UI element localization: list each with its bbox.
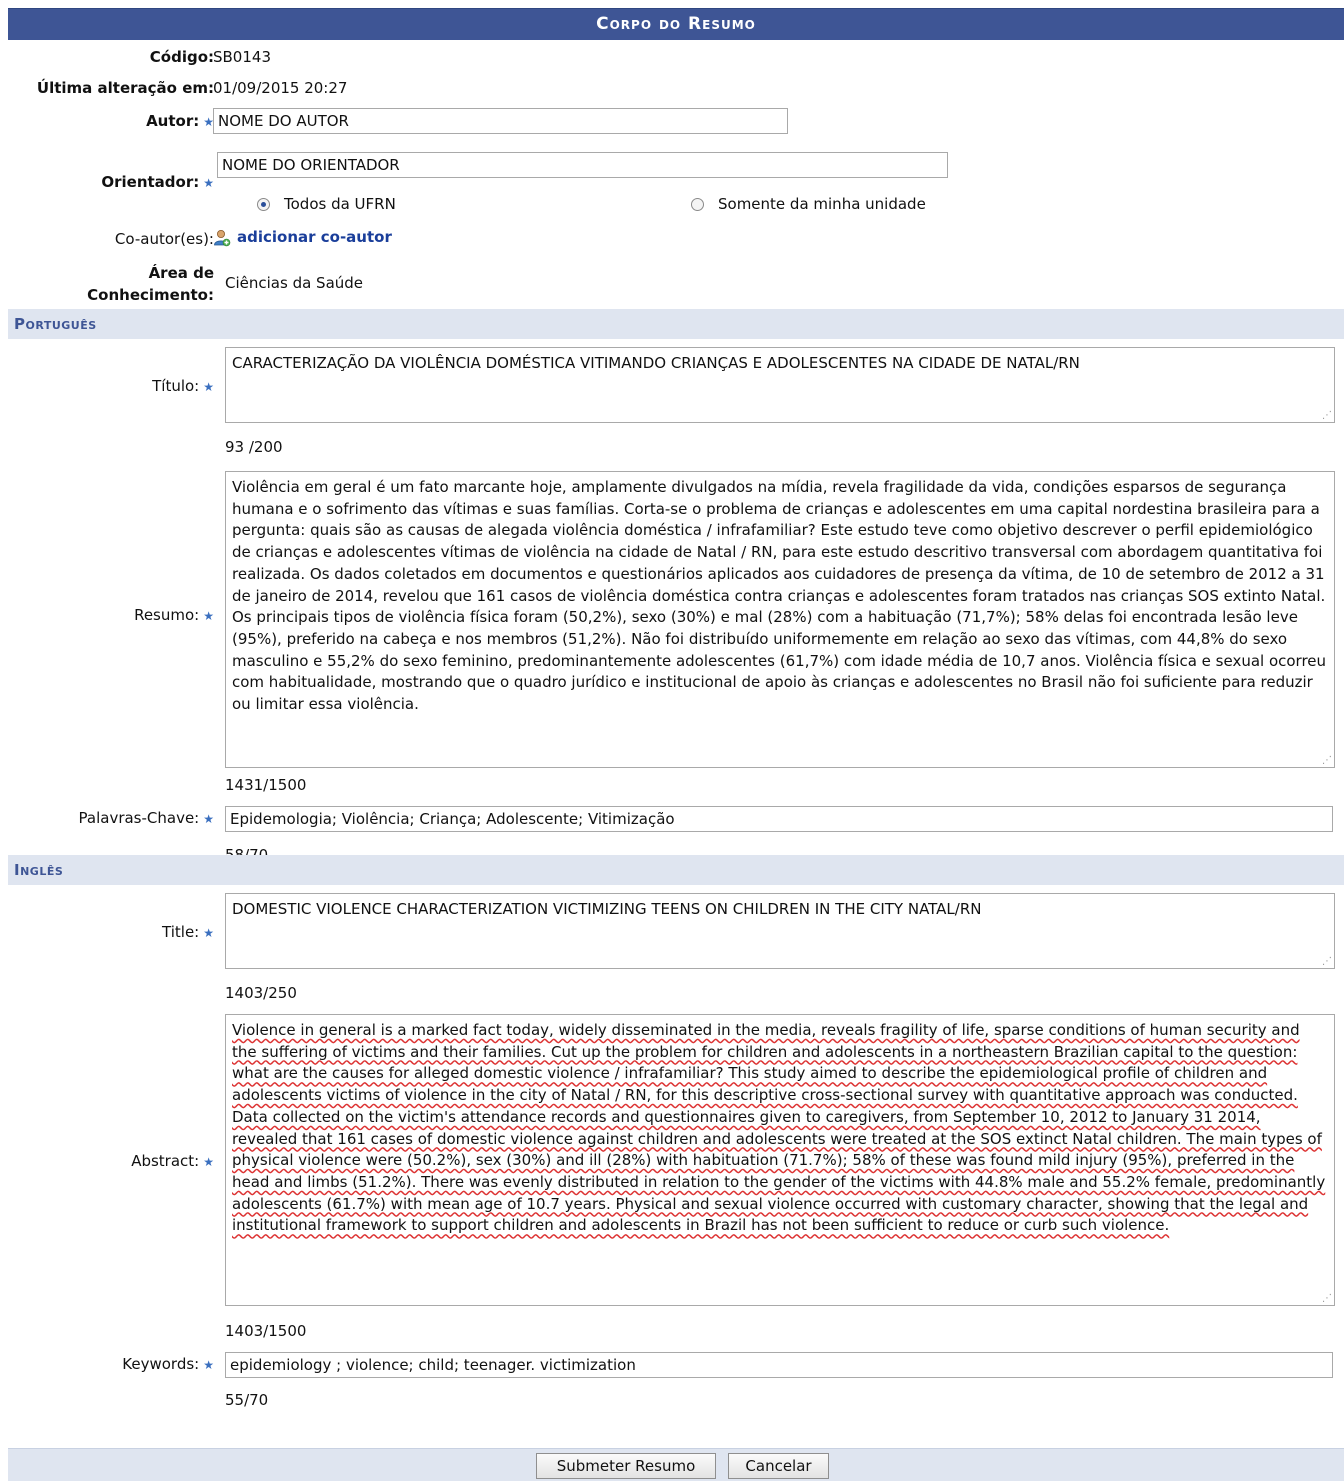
radio-somente-unidade[interactable]: Somente da minha unidade <box>691 195 926 213</box>
keywords-input[interactable]: epidemiology ; violence; child; teenager… <box>225 1352 1333 1378</box>
titulo-label-text: Título: <box>152 377 200 395</box>
abstract-label-text: Abstract: <box>131 1152 200 1170</box>
keywords-label-text: Keywords: <box>122 1355 200 1373</box>
codigo-label: Código: <box>149 48 214 66</box>
user-add-icon <box>214 229 231 246</box>
add-coautor-link-text[interactable]: adicionar co-autor <box>237 228 392 246</box>
radio-unselected-icon[interactable] <box>691 198 704 211</box>
resize-grip-icon[interactable]: ⋰ <box>1322 411 1332 421</box>
section-portugues: Português <box>8 309 1344 339</box>
resumo-count: 1431/1500 <box>225 776 307 794</box>
required-star-icon: ★ <box>203 1155 214 1169</box>
keywords-count: 55/70 <box>225 1391 269 1409</box>
orientador-input[interactable]: NOME DO ORIENTADOR <box>217 152 948 178</box>
abstract-textarea[interactable]: Violence in general is a marked fact tod… <box>225 1014 1335 1306</box>
autor-input[interactable]: NOME DO AUTOR <box>213 108 788 134</box>
resize-grip-icon[interactable]: ⋰ <box>1322 957 1332 967</box>
required-star-icon: ★ <box>203 1358 214 1372</box>
title-textarea[interactable]: DOMESTIC VIOLENCE CHARACTERIZATION VICTI… <box>225 893 1335 969</box>
form-footer: Submeter Resumo Cancelar <box>8 1448 1344 1481</box>
titulo-text: CARACTERIZAÇÃO DA VIOLÊNCIA DOMÉSTICA VI… <box>232 354 1080 372</box>
resumo-text: Violência em geral é um fato marcante ho… <box>232 478 1327 714</box>
form-header: Corpo do Resumo <box>8 8 1344 40</box>
area-label-line1: Área de <box>148 264 214 282</box>
radio-todos-ufrn-label: Todos da UFRN <box>284 195 396 213</box>
titulo-textarea[interactable]: CARACTERIZAÇÃO DA VIOLÊNCIA DOMÉSTICA VI… <box>225 347 1335 423</box>
area-label: Área de Conhecimento: <box>87 262 214 306</box>
titulo-count: 93 /200 <box>225 438 283 456</box>
resumo-label: Resumo: ★ <box>134 606 214 624</box>
add-coautor-link[interactable]: adicionar co-autor <box>213 228 392 247</box>
title-label: Title: ★ <box>162 923 214 941</box>
title-count: 1403/250 <box>225 984 297 1002</box>
radio-selected-icon[interactable] <box>257 198 270 211</box>
cancel-button[interactable]: Cancelar <box>728 1453 829 1479</box>
abstract-count: 1403/1500 <box>225 1322 307 1340</box>
codigo-value: SB0143 <box>213 48 271 66</box>
resumo-label-text: Resumo: <box>134 606 200 624</box>
palavras-label-text: Palavras-Chave: <box>78 809 200 827</box>
resumo-form: Corpo do Resumo Código: SB0143 Última al… <box>8 8 1344 1481</box>
required-star-icon: ★ <box>203 926 214 940</box>
section-ingles: Inglês <box>8 855 1344 885</box>
radio-somente-unidade-label: Somente da minha unidade <box>718 195 926 213</box>
coautores-label: Co-autor(es): <box>114 230 214 248</box>
area-label-line2: Conhecimento: <box>87 286 214 304</box>
resumo-textarea[interactable]: Violência em geral é um fato marcante ho… <box>225 471 1335 768</box>
resize-grip-icon[interactable]: ⋰ <box>1322 756 1332 766</box>
radio-todos-ufrn[interactable]: Todos da UFRN <box>257 195 396 213</box>
orientador-label: Orientador: ★ <box>101 173 214 191</box>
required-star-icon: ★ <box>203 609 214 623</box>
titulo-label: Título: ★ <box>152 377 214 395</box>
palavras-input[interactable]: Epidemologia; Violência; Criança; Adoles… <box>225 806 1333 832</box>
palavras-label: Palavras-Chave: ★ <box>79 809 214 827</box>
area-value: Ciências da Saúde <box>225 274 364 292</box>
submit-button[interactable]: Submeter Resumo <box>536 1453 716 1479</box>
keywords-label: Keywords: ★ <box>122 1355 214 1373</box>
required-star-icon: ★ <box>203 812 214 826</box>
form-title: Corpo do Resumo <box>596 14 756 34</box>
abstract-label: Abstract: ★ <box>131 1152 214 1170</box>
title-text: DOMESTIC VIOLENCE CHARACTERIZATION VICTI… <box>232 900 982 918</box>
resize-grip-icon[interactable]: ⋰ <box>1322 1294 1332 1304</box>
autor-label-text: Autor: <box>146 112 200 130</box>
orientador-label-text: Orientador: <box>101 173 200 191</box>
title-label-text: Title: <box>162 923 200 941</box>
abstract-text: Violence in general is a marked fact tod… <box>232 1021 1326 1235</box>
required-star-icon: ★ <box>203 176 214 190</box>
autor-label: Autor: ★ <box>146 112 214 130</box>
ultima-alteracao-label: Última alteração em: <box>36 79 214 97</box>
ultima-alteracao-value: 01/09/2015 20:27 <box>213 79 348 97</box>
required-star-icon: ★ <box>203 380 214 394</box>
